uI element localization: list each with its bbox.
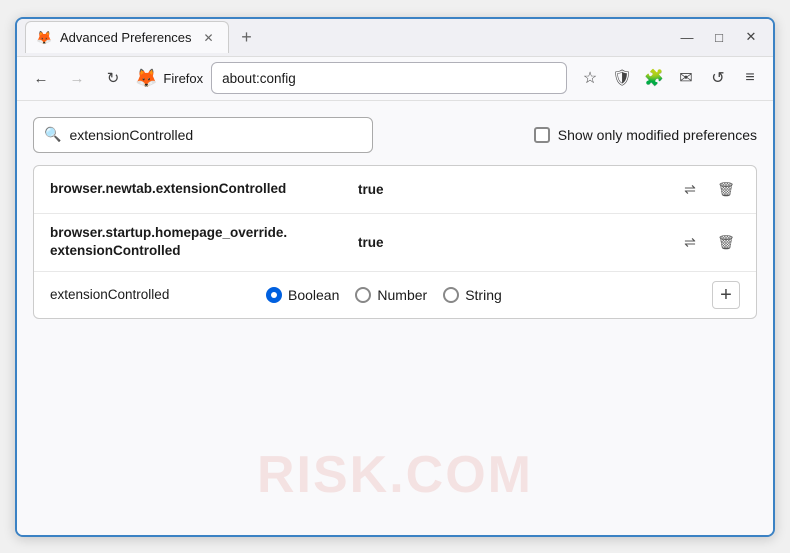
pref-actions-2: ⇌ 🗑: [676, 228, 740, 256]
swap-button-1[interactable]: ⇌: [676, 175, 704, 203]
browser-logo: 🦊: [135, 68, 157, 89]
add-pref-button[interactable]: +: [712, 281, 740, 309]
pref-name-2-line2: extensionControlled: [50, 243, 181, 258]
add-pref-row: extensionControlled Boolean Number Strin…: [34, 272, 756, 318]
address-bar[interactable]: [211, 62, 567, 94]
reload-button[interactable]: ↻: [97, 62, 129, 94]
trash-icon-1: 🗑: [717, 181, 735, 198]
close-button[interactable]: ✕: [737, 23, 765, 51]
pref-search-box: 🔍: [33, 117, 373, 153]
address-input[interactable]: [222, 71, 556, 86]
radio-group: Boolean Number String: [266, 287, 696, 303]
radio-number-circle: [355, 287, 371, 303]
shield-button[interactable]: 🛡: [607, 63, 637, 93]
browser-window: 🦊 Advanced Preferences ✕ + — □ ✕ ← → ↻ 🦊…: [15, 17, 775, 537]
email-button[interactable]: ✉: [671, 63, 701, 93]
pref-name-2-line1: browser.startup.homepage_override.: [50, 225, 287, 240]
radio-string-circle: [443, 287, 459, 303]
table-row: browser.startup.homepage_override. exten…: [34, 214, 756, 272]
pref-name-2: browser.startup.homepage_override. exten…: [50, 224, 350, 259]
pref-table: browser.newtab.extensionControlled true …: [33, 165, 757, 319]
pref-name-1: browser.newtab.extensionControlled: [50, 180, 350, 198]
show-modified-row: Show only modified preferences: [534, 127, 757, 143]
tab-close-button[interactable]: ✕: [200, 29, 218, 47]
search-row: 🔍 Show only modified preferences: [33, 117, 757, 153]
nav-bar: ← → ↻ 🦊 Firefox ☆ 🛡 🧩 ✉ ↺ ≡: [17, 57, 773, 101]
search-icon: 🔍: [44, 126, 61, 143]
show-modified-label: Show only modified preferences: [558, 127, 757, 143]
radio-boolean[interactable]: Boolean: [266, 287, 339, 303]
new-pref-name: extensionControlled: [50, 287, 250, 302]
radio-boolean-circle: [266, 287, 282, 303]
pref-search-input[interactable]: [69, 127, 362, 143]
radio-boolean-label: Boolean: [288, 287, 339, 303]
swap-button-2[interactable]: ⇌: [676, 228, 704, 256]
pref-value-1: true: [358, 182, 668, 197]
browser-name: Firefox: [163, 71, 203, 86]
nav-icons-right: ☆ 🛡 🧩 ✉ ↺ ≡: [575, 63, 765, 93]
browser-tab[interactable]: 🦊 Advanced Preferences ✕: [25, 21, 229, 53]
window-controls: — □ ✕: [673, 23, 765, 51]
sync-button[interactable]: ↺: [703, 63, 733, 93]
extension-button[interactable]: 🧩: [639, 63, 669, 93]
title-bar: 🦊 Advanced Preferences ✕ + — □ ✕: [17, 19, 773, 57]
swap-icon-1: ⇌: [684, 181, 696, 198]
pref-value-2: true: [358, 235, 668, 250]
watermark: RISK.COM: [257, 445, 533, 505]
swap-icon-2: ⇌: [684, 234, 696, 251]
minimize-button[interactable]: —: [673, 23, 701, 51]
radio-string-label: String: [465, 287, 502, 303]
menu-button[interactable]: ≡: [735, 63, 765, 93]
table-row: browser.newtab.extensionControlled true …: [34, 166, 756, 214]
page-content: RISK.COM 🔍 Show only modified preference…: [17, 101, 773, 535]
back-button[interactable]: ←: [25, 62, 57, 94]
radio-string[interactable]: String: [443, 287, 502, 303]
bookmark-button[interactable]: ☆: [575, 63, 605, 93]
radio-number[interactable]: Number: [355, 287, 427, 303]
trash-icon-2: 🗑: [717, 234, 735, 251]
radio-number-label: Number: [377, 287, 427, 303]
show-modified-checkbox[interactable]: [534, 127, 550, 143]
forward-button[interactable]: →: [61, 62, 93, 94]
delete-button-2[interactable]: 🗑: [712, 228, 740, 256]
tab-title: Advanced Preferences: [60, 30, 192, 45]
pref-actions-1: ⇌ 🗑: [676, 175, 740, 203]
new-tab-button[interactable]: +: [233, 23, 261, 51]
delete-button-1[interactable]: 🗑: [712, 175, 740, 203]
maximize-button[interactable]: □: [705, 23, 733, 51]
tab-favicon: 🦊: [36, 30, 52, 46]
